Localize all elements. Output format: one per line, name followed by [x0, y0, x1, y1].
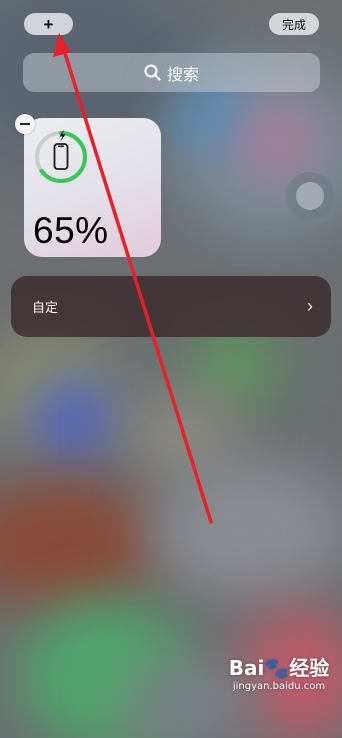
remove-widget-button[interactable] [15, 114, 35, 134]
battery-percent: 65% [33, 210, 109, 251]
iphone-icon [53, 143, 69, 170]
add-button-label: + [43, 14, 54, 34]
watermark-url: jingyan.baidu.com [232, 681, 326, 692]
blurred-wallpaper [0, 0, 342, 738]
assistive-touch-button[interactable] [286, 172, 334, 220]
battery-ring [35, 129, 87, 183]
search-label: 搜索 [166, 66, 199, 84]
baidu-watermark: Bai🐾经验 jingyan.baidu.com [222, 656, 336, 718]
chevron-right-icon: › [307, 296, 313, 316]
battery-widget[interactable]: 65% [24, 118, 161, 257]
done-button[interactable]: 完成 [269, 13, 319, 35]
customize-label: 自定 [32, 300, 59, 315]
customize-row[interactable]: 自定 › [11, 276, 331, 337]
add-widget-button[interactable]: + [24, 13, 73, 35]
top-bar: + 完成 [0, 0, 342, 48]
minus-icon [20, 123, 30, 125]
done-button-label: 完成 [281, 17, 306, 32]
search-bar[interactable]: 搜索 [23, 53, 320, 92]
search-icon [144, 64, 161, 81]
watermark-logo: Bai🐾经验 [228, 656, 330, 680]
